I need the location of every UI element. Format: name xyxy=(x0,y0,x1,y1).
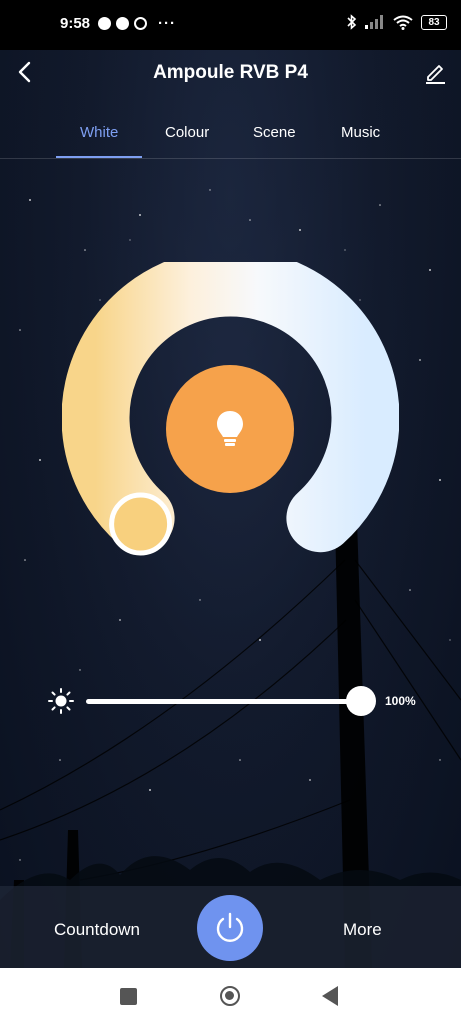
system-back-icon[interactable] xyxy=(322,986,338,1006)
page-title: Ampoule RVB P4 xyxy=(153,62,308,83)
bottom-action-bar: Countdown More xyxy=(0,886,461,968)
lightbulb-icon xyxy=(217,411,243,446)
system-navigation-bar xyxy=(0,968,461,1024)
recents-icon[interactable] xyxy=(120,988,137,1005)
sun-icon xyxy=(48,688,74,714)
brightness-slider-thumb[interactable] xyxy=(346,686,376,716)
brightness-control: 100% xyxy=(48,684,428,718)
status-time: 9:58 xyxy=(60,15,91,32)
bluetooth-icon xyxy=(347,14,357,30)
app-header: Ampoule RVB P4 xyxy=(0,50,461,96)
tab-colour[interactable]: Colour xyxy=(165,124,209,141)
messenger-icon xyxy=(98,17,111,30)
brightness-slider-track[interactable] xyxy=(86,699,370,704)
system-icons: 83 xyxy=(347,14,447,30)
wifi-icon xyxy=(393,15,413,30)
notification-icons: ··· xyxy=(98,15,176,32)
circle-app-icon xyxy=(134,17,147,30)
more-notifications-icon: ··· xyxy=(158,15,176,32)
tab-music[interactable]: Music xyxy=(341,124,380,141)
mode-tabs: White Colour Scene Music xyxy=(0,112,461,158)
lightbulb-button[interactable] xyxy=(166,365,294,493)
status-bar: 9:58 ··· 83 xyxy=(0,0,461,50)
temperature-handle[interactable] xyxy=(109,492,173,556)
signal-icon xyxy=(365,15,383,29)
battery-indicator: 83 xyxy=(421,14,447,30)
edit-pencil-icon[interactable] xyxy=(423,60,447,84)
tabs-divider xyxy=(0,158,461,159)
home-icon[interactable] xyxy=(220,986,240,1006)
messenger-icon xyxy=(116,17,129,30)
power-icon xyxy=(216,912,244,942)
more-button[interactable]: More xyxy=(343,920,382,940)
brightness-value: 100% xyxy=(385,694,416,708)
tab-white[interactable]: White xyxy=(80,124,118,141)
power-button[interactable] xyxy=(197,895,263,961)
tab-scene[interactable]: Scene xyxy=(253,124,296,141)
countdown-button[interactable]: Countdown xyxy=(54,920,140,940)
